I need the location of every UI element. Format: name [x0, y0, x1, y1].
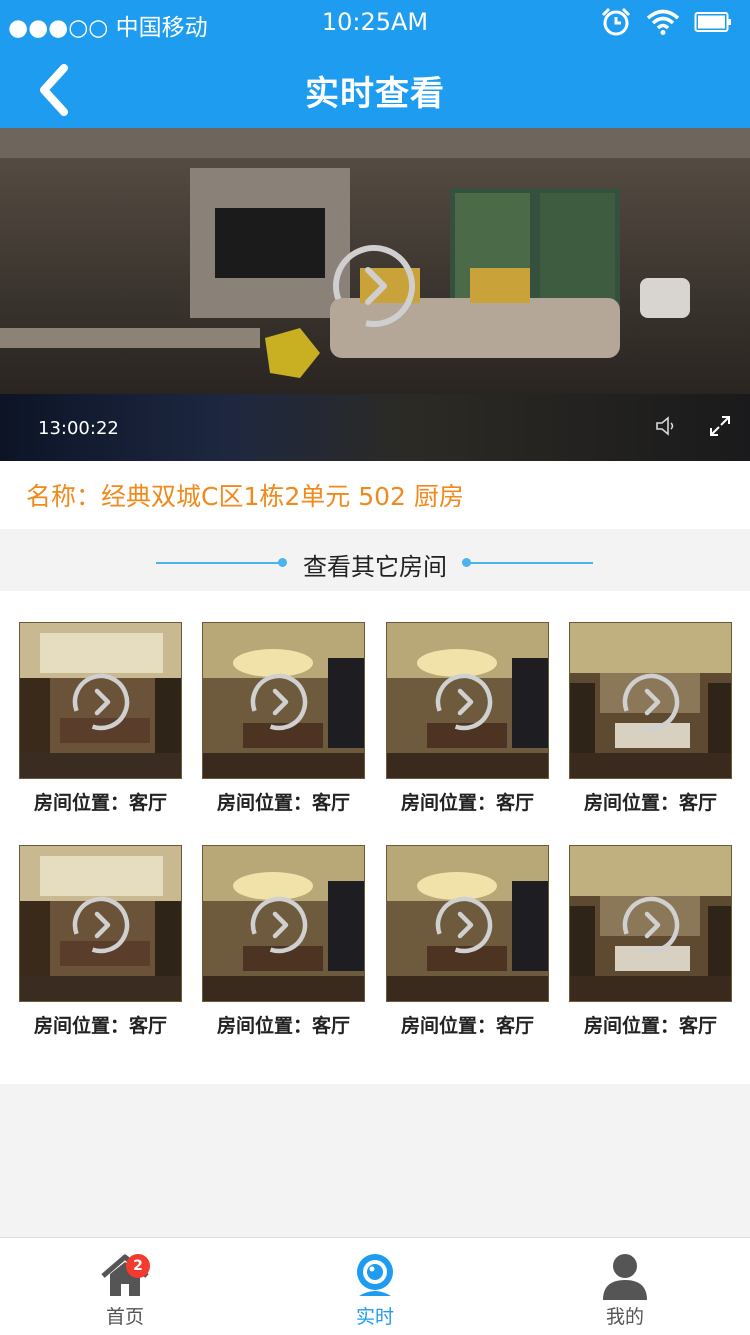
room-tile[interactable]: 房间位置：客厅	[386, 622, 549, 814]
camera-icon	[357, 1254, 393, 1296]
room-label: 房间位置：客厅	[216, 1015, 350, 1037]
play-circle-icon	[250, 673, 308, 731]
room-tile[interactable]: 房间位置：客厅	[569, 622, 732, 814]
video-control-icons	[654, 414, 732, 438]
status-bar: ●●●○○ 中国移动 10:25AM	[0, 0, 750, 46]
video-controls: 13:00:22	[0, 394, 750, 461]
room-tile[interactable]: 房间位置：客厅	[569, 845, 732, 1037]
rooms-grid: 房间位置：客厅 房间位置：客厅 房间位置：客厅 房间位置：客厅 房间位置：客厅 …	[0, 591, 750, 1084]
room-label: 房间位置：客厅	[583, 1015, 717, 1037]
play-circle-icon	[622, 896, 680, 954]
device-name: 名称：经典双城C区1栋2单元 502 厨房	[26, 482, 464, 511]
play-circle-icon	[622, 673, 680, 731]
room-label: 房间位置：客厅	[583, 792, 717, 814]
status-icons	[600, 6, 732, 38]
tab-label: 我的	[605, 1306, 644, 1328]
room-label: 房间位置：客厅	[216, 792, 350, 814]
play-circle-icon	[435, 673, 493, 731]
alarm-icon	[601, 7, 631, 36]
tab-mine[interactable]: 我的	[500, 1238, 750, 1335]
room-label: 房间位置：客厅	[400, 1015, 534, 1037]
video-timecode: 13:00:22	[38, 418, 119, 439]
play-circle-icon	[72, 896, 130, 954]
device-name-row: 名称：经典双城C区1栋2单元 502 厨房	[0, 461, 750, 529]
notification-badge: 2	[126, 1254, 150, 1278]
tab-label: 首页	[105, 1306, 144, 1328]
app-header: ●●●○○ 中国移动 10:25AM 实时查看	[0, 0, 750, 128]
wifi-icon	[646, 9, 680, 35]
bottom-tab-bar: 2 首页 实时 我的	[0, 1237, 750, 1335]
page-title: 实时查看	[305, 74, 445, 114]
room-tile[interactable]: 房间位置：客厅	[19, 845, 182, 1037]
room-label: 房间位置：客厅	[33, 1015, 167, 1037]
user-icon	[603, 1254, 647, 1300]
room-tile[interactable]: 房间位置：客厅	[386, 845, 549, 1037]
room-tile[interactable]: 房间位置：客厅	[202, 845, 365, 1037]
fullscreen-icon[interactable]	[708, 414, 732, 438]
other-rooms-header: 查看其它房间	[0, 529, 750, 591]
play-circle-icon[interactable]	[331, 243, 417, 329]
play-circle-icon	[72, 673, 130, 731]
tab-label: 实时	[355, 1306, 394, 1328]
room-label: 房间位置：客厅	[33, 792, 167, 814]
room-tile[interactable]: 房间位置：客厅	[202, 622, 365, 814]
room-tile[interactable]: 房间位置：客厅	[19, 622, 182, 814]
tab-home[interactable]: 2 首页	[0, 1238, 250, 1335]
battery-icon	[694, 12, 731, 32]
divider-right	[467, 562, 593, 564]
play-circle-icon	[250, 896, 308, 954]
speaker-icon[interactable]	[654, 414, 678, 438]
live-video-player[interactable]: 13:00:22	[0, 128, 750, 461]
tab-live[interactable]: 实时	[250, 1238, 500, 1335]
section-title: 查看其它房间	[303, 553, 447, 581]
play-circle-icon	[435, 896, 493, 954]
room-label: 房间位置：客厅	[400, 792, 534, 814]
nav-bar: 实时查看	[0, 48, 750, 128]
